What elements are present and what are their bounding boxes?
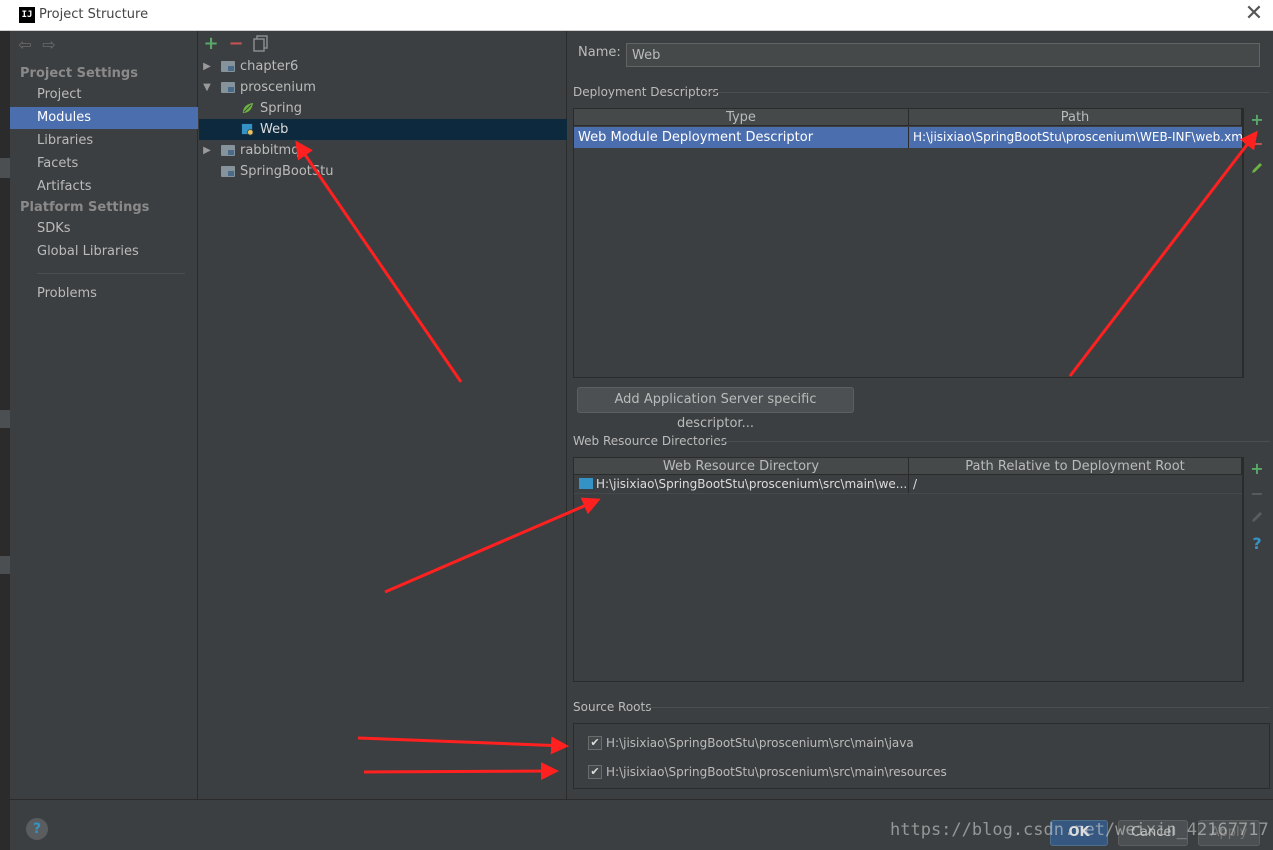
tree-node-label: rabbitmq — [240, 143, 300, 158]
title-bar: IJ Project Structure ✕ — [0, 0, 1273, 31]
sidebar-item-artifacts[interactable]: Artifacts — [10, 176, 198, 198]
web-resource-side-toolbar: + − ? — [1243, 457, 1270, 682]
descriptor-path-cell[interactable]: H:\jisixiao\SpringBootStu\proscenium\WEB… — [909, 127, 1242, 148]
spring-leaf-icon — [242, 102, 254, 114]
remove-icon[interactable]: − — [1248, 134, 1266, 154]
source-root-checkbox[interactable]: ✔ — [588, 765, 602, 779]
tree-node-label: chapter6 — [240, 59, 299, 74]
add-icon[interactable]: + — [1248, 459, 1266, 479]
sidebar-item-modules[interactable]: Modules — [10, 107, 198, 129]
source-root-path: H:\jisixiao\SpringBootStu\proscenium\src… — [606, 765, 947, 779]
tree-node-springbootstu[interactable]: SpringBootStu — [199, 161, 567, 182]
settings-sidebar: ⇦ ⇨ Project Settings Project Modules Lib… — [10, 31, 198, 799]
descriptors-side-toolbar: + − — [1243, 108, 1270, 378]
sidebar-item-libraries[interactable]: Libraries — [10, 130, 198, 152]
help-question-icon[interactable]: ? — [1248, 534, 1266, 554]
expand-arrow-icon[interactable]: ▶ — [202, 140, 212, 161]
tree-node-label: SpringBootStu — [240, 164, 334, 179]
copy-icon[interactable] — [252, 35, 270, 53]
source-root-path: H:\jisixiao\SpringBootStu\proscenium\src… — [606, 736, 914, 750]
web-resource-table: Web Resource Directory Path Relative to … — [573, 457, 1243, 682]
sidebar-item-facets[interactable]: Facets — [10, 153, 198, 175]
dialog-button-bar: ? OK Cancel Apply — [10, 799, 1273, 850]
group-divider — [705, 92, 1270, 93]
tree-node-spring[interactable]: Spring — [199, 98, 567, 119]
column-header-relative-path[interactable]: Path Relative to Deployment Root — [909, 458, 1242, 475]
descriptor-type-cell[interactable]: Web Module Deployment Descriptor — [574, 127, 909, 148]
column-header-web-resource-directory[interactable]: Web Resource Directory — [574, 458, 909, 475]
tree-node-label: Spring — [260, 101, 302, 116]
deployment-descriptors-title: Deployment Descriptors — [573, 85, 719, 99]
module-tree-panel: + − ▶ chapter6 ▼ proscenium Spring Web ▶… — [199, 31, 567, 799]
module-folder-icon — [221, 166, 235, 177]
group-divider — [648, 707, 1270, 708]
web-folder-icon — [579, 478, 593, 489]
sidebar-item-problems[interactable]: Problems — [10, 283, 198, 305]
edit-pencil-icon[interactable] — [1248, 160, 1266, 180]
column-header-path[interactable]: Path — [909, 109, 1242, 126]
module-folder-icon — [221, 61, 235, 72]
group-divider — [715, 441, 1270, 442]
add-server-descriptor-button[interactable]: Add Application Server specific descript… — [577, 387, 854, 431]
source-root-checkbox[interactable]: ✔ — [588, 736, 602, 750]
column-header-type[interactable]: Type — [574, 109, 909, 126]
intellij-app-icon: IJ — [19, 7, 35, 23]
forward-arrow-icon[interactable]: ⇨ — [40, 36, 58, 54]
expand-arrow-icon[interactable]: ▶ — [202, 56, 212, 77]
name-label: Name: — [578, 45, 621, 60]
ok-button[interactable]: OK — [1050, 820, 1108, 846]
background-strip-mark — [0, 158, 10, 178]
source-roots-title: Source Roots — [573, 700, 652, 714]
window-title: Project Structure — [39, 7, 149, 22]
tree-node-rabbitmq[interactable]: ▶ rabbitmq — [199, 140, 567, 161]
tree-node-web[interactable]: Web — [199, 119, 567, 140]
source-roots-box: ✔ H:\jisixiao\SpringBootStu\proscenium\s… — [573, 723, 1270, 789]
close-icon[interactable]: ✕ — [1240, 2, 1268, 28]
tree-node-label: Web — [260, 122, 289, 137]
web-resource-directories-title: Web Resource Directories — [573, 434, 727, 448]
deployment-descriptors-table: Type Path Web Module Deployment Descript… — [573, 108, 1243, 378]
cancel-button[interactable]: Cancel — [1118, 820, 1188, 846]
back-arrow-icon[interactable]: ⇦ — [16, 36, 34, 54]
help-button[interactable]: ? — [26, 818, 48, 840]
tree-node-chapter6[interactable]: ▶ chapter6 — [199, 56, 567, 77]
apply-button[interactable]: Apply — [1198, 820, 1260, 846]
background-strip-mark — [0, 410, 10, 428]
edit-pencil-icon[interactable] — [1248, 509, 1266, 529]
relative-path-cell[interactable]: / — [909, 475, 1242, 494]
add-icon[interactable]: + — [202, 35, 220, 53]
sidebar-separator — [37, 273, 185, 274]
name-field[interactable] — [626, 43, 1260, 67]
sidebar-item-global-libraries[interactable]: Global Libraries — [10, 241, 198, 263]
collapse-arrow-icon[interactable]: ▼ — [202, 77, 212, 98]
project-settings-header: Project Settings — [20, 66, 138, 81]
module-folder-icon — [221, 82, 235, 93]
facet-editor-panel: Name: Deployment Descriptors Type Path W… — [568, 31, 1273, 799]
remove-icon[interactable]: − — [1248, 484, 1266, 504]
sidebar-item-sdks[interactable]: SDKs — [10, 218, 198, 240]
background-editor-strip — [0, 31, 10, 850]
sidebar-item-project[interactable]: Project — [10, 84, 198, 106]
background-strip-mark — [0, 556, 10, 574]
tree-node-proscenium[interactable]: ▼ proscenium — [199, 77, 567, 98]
platform-settings-header: Platform Settings — [20, 200, 150, 215]
tree-node-label: proscenium — [240, 80, 316, 95]
web-facet-icon — [241, 123, 254, 136]
web-resource-directory-value: H:\jisixiao\SpringBootStu\proscenium\src… — [596, 477, 908, 491]
module-folder-icon — [221, 145, 235, 156]
add-icon[interactable]: + — [1248, 110, 1266, 130]
remove-icon[interactable]: − — [227, 35, 245, 53]
web-resource-directory-cell[interactable]: H:\jisixiao\SpringBootStu\proscenium\src… — [574, 475, 909, 494]
